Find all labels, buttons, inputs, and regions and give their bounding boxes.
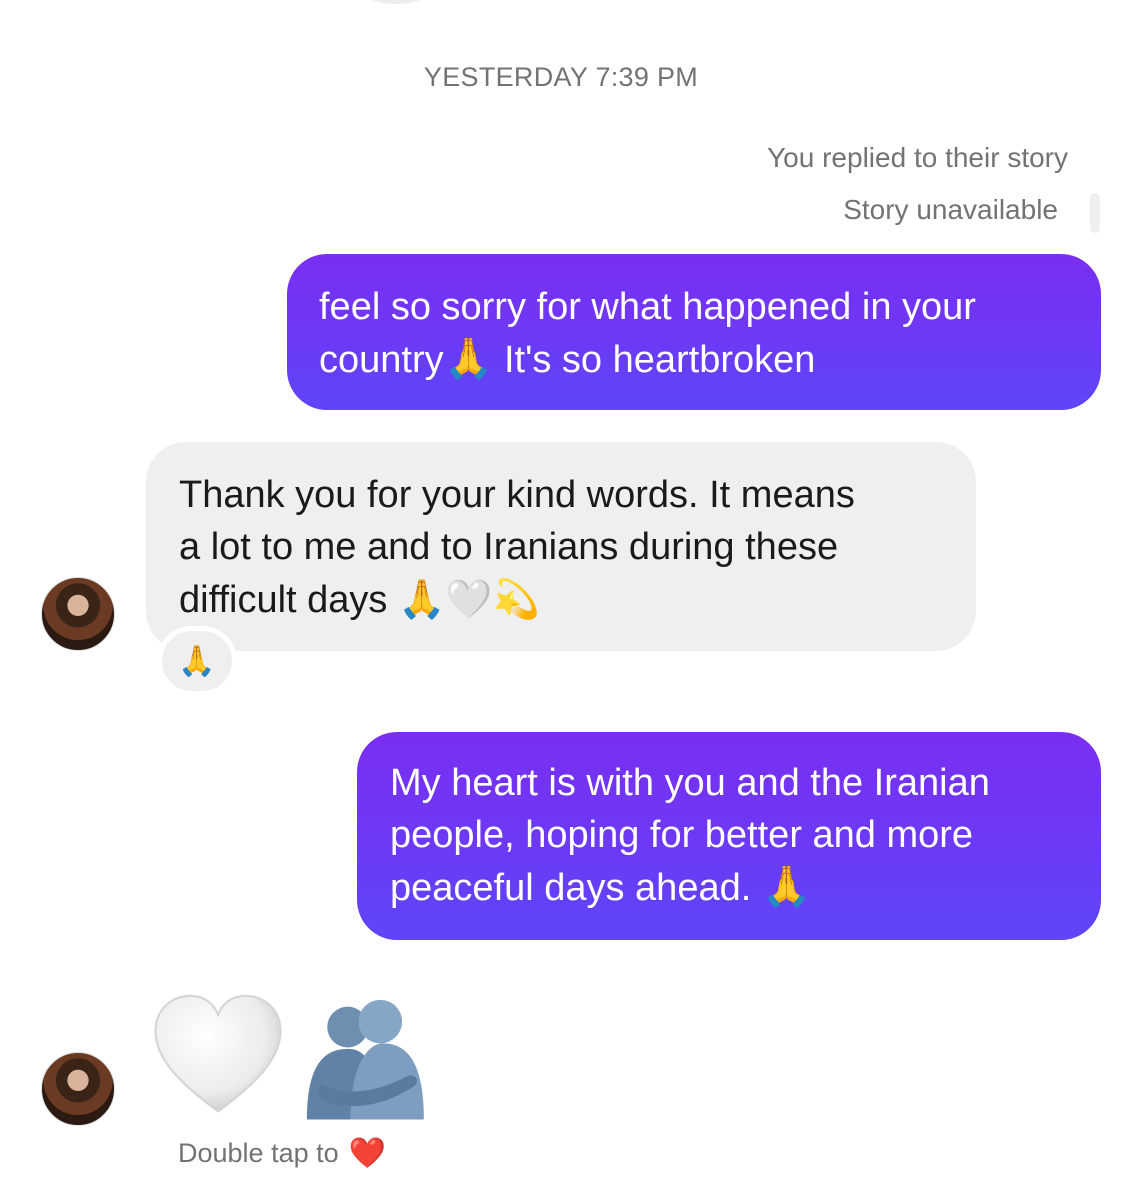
message-text-segment: difficult days [179,579,398,621]
message-text-segment: peaceful days ahead. [390,867,762,909]
story-reply-indicator-bar [1090,193,1100,233]
outgoing-message-bubble[interactable]: My heart is with you and the Iranian peo… [357,732,1101,940]
incoming-message-bubble[interactable]: Thank you for your kind words. It means … [146,442,976,651]
outgoing-message-bubble[interactable]: feel so sorry for what happened in your … [287,254,1101,410]
double-tap-hint: Double tap to ❤️ [178,1136,386,1171]
emoji-only-message[interactable] [150,985,432,1125]
message-text-line: My heart is with you and the Iranian [390,762,990,804]
story-unavailable-label[interactable]: Story unavailable [843,194,1058,226]
message-text-segment: country [319,339,444,381]
message-text-line: Thank you for your kind words. It means [179,474,855,516]
message-text-line: feel so sorry for what happened in your [319,286,976,328]
avatar[interactable] [41,1052,115,1126]
red-heart-icon: ❤️ [348,1136,386,1171]
pray-heart-dizzy-icon: 🙏🤍💫 [397,577,540,621]
message-text-line: people, hoping for better and more [390,814,974,856]
folded-hands-icon: 🙏 [443,336,494,382]
message-text-segment: It's so heartbroken [493,339,816,381]
message-text-line: a lot to me and to Iranians during these [179,526,839,568]
people-hugging-icon [306,999,424,1120]
folded-hands-icon: 🙏 [178,643,216,679]
previous-content-edge [370,0,422,4]
avatar[interactable] [41,577,115,651]
reaction-badge[interactable]: 🙏 [157,626,237,696]
white-heart-icon [154,994,282,1113]
message-timestamp: YESTERDAY 7:39 PM [423,62,699,92]
folded-hands-icon: 🙏 [761,864,812,910]
message-text-line: difficult days 🙏🤍💫 [179,573,946,626]
story-reply-note: You replied to their story [767,142,1068,173]
message-text-line: peaceful days ahead. 🙏 [390,861,1071,914]
hint-text: Double tap to [178,1138,339,1168]
message-text-line: country🙏 It's so heartbroken [319,333,1071,386]
